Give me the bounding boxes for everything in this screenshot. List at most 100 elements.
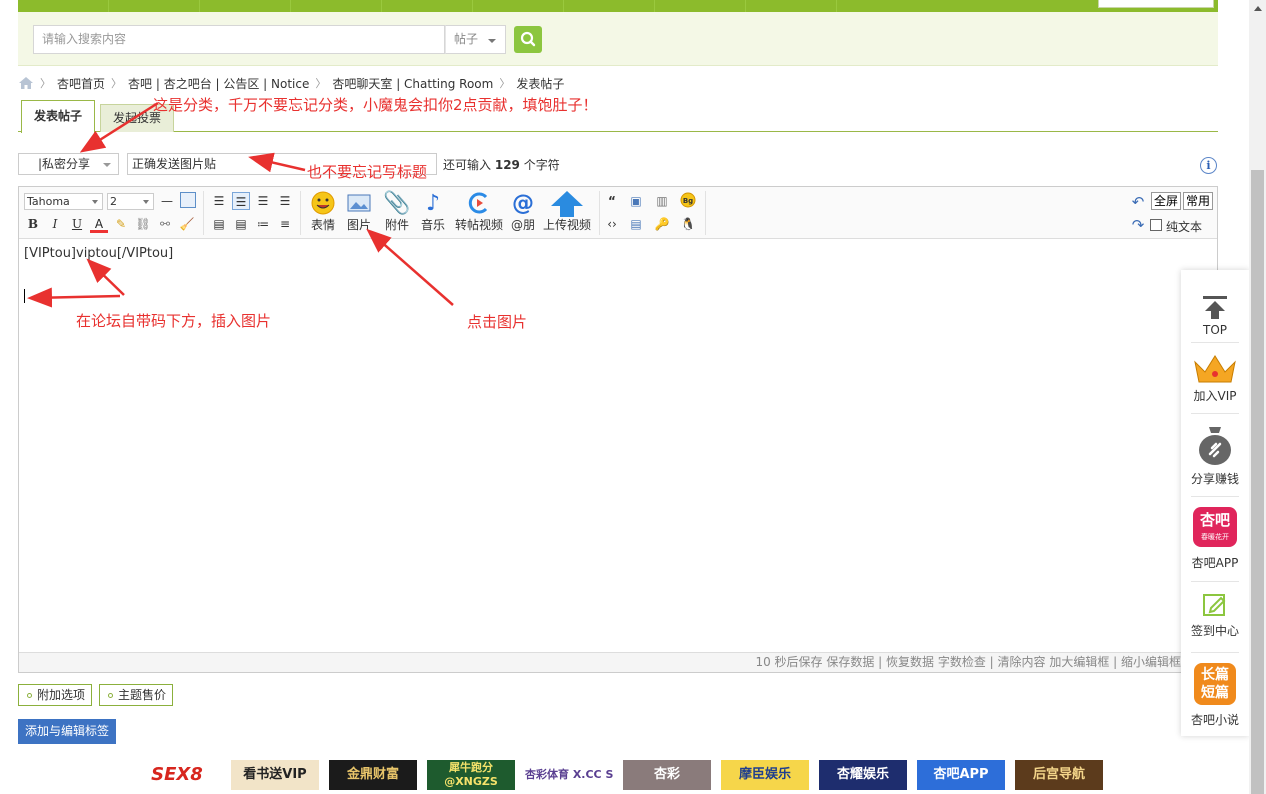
toolbar-divider xyxy=(599,191,600,235)
scroll-up-arrow-icon[interactable] xyxy=(1254,6,1262,11)
breadcrumb-board[interactable]: 杏吧聊天室 | Chatting Room xyxy=(332,75,493,92)
mention-button[interactable]: @ @朋 xyxy=(506,190,540,232)
align-center-icon[interactable]: ☰ xyxy=(232,192,250,210)
video-button[interactable]: 转帖视频 xyxy=(453,190,505,232)
arrow-up-icon xyxy=(1203,296,1227,319)
editor-content[interactable]: [VIPtou]viptou[/VIPtou] xyxy=(24,246,173,261)
image-button[interactable]: 图片 xyxy=(342,190,376,232)
edit-tags-button[interactable]: 添加与编辑标签 xyxy=(18,719,116,744)
category-select[interactable]: |私密分享 xyxy=(18,153,119,175)
novel-logo-line2: 短篇 xyxy=(1201,685,1229,701)
quote-icon[interactable]: “ xyxy=(603,192,621,210)
plaintext-checkbox[interactable] xyxy=(1150,219,1162,231)
search-input[interactable]: 请输入搜索内容 xyxy=(33,25,445,54)
background-music-icon[interactable]: Bg xyxy=(679,192,697,210)
font-family-select[interactable]: Tahoma xyxy=(24,193,103,210)
redo-icon[interactable]: ↷ xyxy=(1129,216,1147,234)
text-cursor xyxy=(24,289,25,303)
breadcrumb-home[interactable]: 杏吧首页 xyxy=(57,75,105,92)
extra-options-button[interactable]: 附加选项 xyxy=(18,684,93,706)
emoji-button[interactable]: 表情 xyxy=(306,190,340,232)
toolbar-divider xyxy=(705,191,706,235)
nav-divider xyxy=(745,0,746,12)
emoji-label: 表情 xyxy=(310,218,335,232)
ad-banner[interactable]: 后宫导航 xyxy=(1015,760,1103,790)
hide-content-icon[interactable]: ▤ xyxy=(627,215,645,233)
novel-button[interactable]: 长篇 短篇 杏吧小说 xyxy=(1181,663,1249,728)
chevron-down-icon xyxy=(143,200,149,204)
ad-banner[interactable]: 杏彩体育 X.CC SPORTS xyxy=(525,760,613,790)
unlink-icon[interactable]: ⚯ xyxy=(156,215,174,233)
font-size-value: 2 xyxy=(110,195,117,208)
search-icon xyxy=(520,31,536,47)
breadcrumb-separator: 〉 xyxy=(111,77,123,90)
font-size-select[interactable]: 2 xyxy=(107,193,154,210)
app-logo-icon: 杏吧 春暖花开 xyxy=(1193,507,1237,547)
chevron-down-icon xyxy=(488,39,496,43)
editor-statusbar[interactable]: 10 秒后保存 保存数据 | 恢复数据 字数检查 | 清除内容 加大编辑框 | … xyxy=(19,652,1217,672)
clear-format-icon[interactable]: 🧹 xyxy=(178,215,196,233)
ad-banner[interactable]: SEX8 xyxy=(133,760,221,790)
code-icon[interactable]: ‹› xyxy=(603,215,621,233)
align-right-icon[interactable]: ☰ xyxy=(276,192,294,210)
ad-banner[interactable]: 犀牛跑分 @XNGZS xyxy=(427,760,515,790)
search-type-select[interactable]: 帖子 xyxy=(445,25,506,54)
breadcrumb-forum[interactable]: 杏吧 | 杏之吧台 | 公告区 | Notice xyxy=(128,75,309,92)
ad-banner[interactable]: 杏耀娱乐 xyxy=(819,760,907,790)
common-button[interactable]: 常用 xyxy=(1183,192,1214,210)
app-logo-text: 杏吧 xyxy=(1199,511,1230,529)
attach-button[interactable]: 📎 附件 xyxy=(380,190,414,232)
underline-icon[interactable]: U xyxy=(68,215,86,233)
italic-icon[interactable]: I xyxy=(46,215,64,233)
top-search-box[interactable] xyxy=(1098,0,1214,8)
link-icon[interactable]: ⛓ xyxy=(134,215,152,233)
table-icon[interactable] xyxy=(180,192,196,208)
join-vip-button[interactable]: 加入VIP xyxy=(1181,352,1249,404)
edit-icon xyxy=(1203,594,1226,616)
unordered-list-icon[interactable]: ≡ xyxy=(276,215,294,233)
bold-icon[interactable]: B xyxy=(24,215,42,233)
font-color-icon[interactable]: A xyxy=(90,215,108,233)
share-earn-button[interactable]: 分享赚钱 xyxy=(1181,423,1249,487)
float-right-icon[interactable]: ▤ xyxy=(232,215,250,233)
code-block-icon[interactable]: ▣ xyxy=(627,192,645,210)
key-icon[interactable]: 🔑 xyxy=(653,215,671,233)
search-button[interactable] xyxy=(514,26,542,53)
category-value: |私密分享 xyxy=(38,157,91,171)
bullet-icon xyxy=(27,693,32,698)
novel-label: 杏吧小说 xyxy=(1190,713,1239,727)
nav-divider xyxy=(654,0,655,12)
app-download-button[interactable]: 杏吧 春暖花开 杏吧APP xyxy=(1181,507,1249,571)
check-in-button[interactable]: 签到中心 xyxy=(1181,591,1249,639)
upload-video-button[interactable]: 上传视频 xyxy=(541,190,593,232)
home-icon[interactable] xyxy=(18,76,34,90)
scrollbar-thumb[interactable] xyxy=(1251,170,1264,794)
ad-banner[interactable]: 摩臣娱乐 xyxy=(721,760,809,790)
undo-icon[interactable]: ↶ xyxy=(1129,193,1147,211)
ad-banner[interactable]: 杏彩 xyxy=(623,760,711,790)
plaintext-label: 纯文本 xyxy=(1166,220,1203,234)
page-scrollbar[interactable] xyxy=(1249,0,1266,794)
float-left-icon[interactable]: ▤ xyxy=(210,215,228,233)
annotation-category: 这是分类，千万不要忘记分类，小魔鬼会扣你2点贡献，填饱肚子！ xyxy=(153,96,598,114)
nav-divider xyxy=(381,0,382,12)
search-panel: 请输入搜索内容 帖子 xyxy=(18,12,1218,66)
free-icon[interactable]: ▥ xyxy=(653,192,671,210)
align-justify-icon[interactable]: ☰ xyxy=(254,192,272,210)
thread-price-button[interactable]: 主题售价 xyxy=(99,684,174,706)
ad-banner[interactable]: 杏吧APP xyxy=(917,760,1005,790)
align-left-icon[interactable]: ☰ xyxy=(210,192,228,210)
post-editor: Tahoma 2 — B I U A ✎ ⛓ ⚯ 🧹 ☰ ☰ ☰ ☰ ▤ ▤ ≔ xyxy=(18,186,1218,673)
horizontal-rule-icon[interactable]: — xyxy=(158,192,176,210)
music-button[interactable]: ♪ 音乐 xyxy=(416,190,450,232)
tab-new-post[interactable]: 发表帖子 xyxy=(21,100,96,133)
fullscreen-button[interactable]: 全屏 xyxy=(1151,192,1182,210)
ad-banner[interactable]: 金鼎财富 xyxy=(329,760,417,790)
back-to-top-button[interactable]: TOP xyxy=(1181,294,1249,337)
info-icon[interactable]: i xyxy=(1200,157,1217,174)
background-color-icon[interactable]: ✎ xyxy=(112,215,130,233)
ad-banner[interactable]: 看书送VIP xyxy=(231,760,319,790)
qq-icon[interactable]: 🐧 xyxy=(679,215,697,233)
ordered-list-icon[interactable]: ≔ xyxy=(254,215,272,233)
nav-divider xyxy=(472,0,473,12)
